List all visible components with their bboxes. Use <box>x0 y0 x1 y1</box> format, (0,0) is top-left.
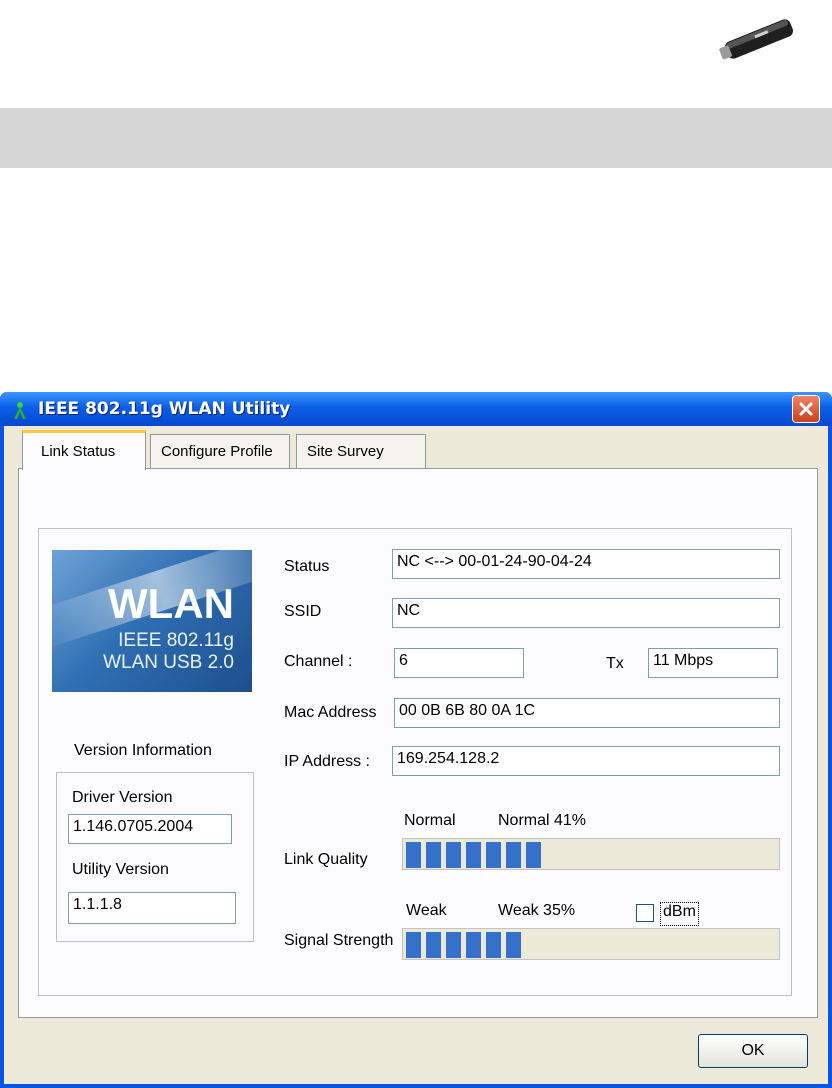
status-label: Status <box>284 558 330 575</box>
version-info-heading: Version Information <box>74 742 212 759</box>
signal-strength-text: Weak 35% <box>498 902 576 919</box>
header-band <box>0 108 832 168</box>
signal-strength-segment <box>506 932 521 958</box>
link-quality-segment <box>406 842 421 868</box>
signal-strength-segment <box>466 932 481 958</box>
link-quality-segment <box>466 842 481 868</box>
ssid-field: NC <box>392 598 780 628</box>
mac-address-field: 00 0B 6B 80 0A 1C <box>394 698 780 728</box>
ip-address-label: IP Address : <box>284 753 370 770</box>
signal-strength-segment <box>486 932 501 958</box>
link-quality-segment <box>446 842 461 868</box>
signal-strength-bar <box>402 928 780 960</box>
utility-version-label: Utility Version <box>72 861 169 878</box>
link-quality-segment <box>526 842 541 868</box>
logo-usb-text: WLAN USB 2.0 <box>103 652 234 673</box>
logo-standard-text: IEEE 802.11g <box>118 630 234 651</box>
link-quality-label: Link Quality <box>284 851 368 868</box>
link-quality-text: Normal 41% <box>498 812 587 829</box>
tab-configure-profile[interactable]: Configure Profile <box>150 434 290 468</box>
signal-strength-segment <box>446 932 461 958</box>
channel-label: Channel : <box>284 653 353 670</box>
tab-link-status[interactable]: Link Status <box>22 430 146 470</box>
signal-strength-segment <box>406 932 421 958</box>
tx-rate-label: Tx <box>606 655 624 672</box>
signal-strength-segment <box>426 932 441 958</box>
dbm-label[interactable]: dBm <box>660 902 699 926</box>
wlan-logo: WLAN IEEE 802.11g WLAN USB 2.0 <box>52 550 252 692</box>
ok-button[interactable]: OK <box>698 1034 808 1068</box>
tx-rate-field: 11 Mbps <box>648 648 778 678</box>
link-quality-segment <box>426 842 441 868</box>
link-quality-level: Normal <box>404 812 456 829</box>
mac-address-label: Mac Address <box>284 704 377 721</box>
channel-field: 6 <box>394 648 524 678</box>
usb-adapter-icon <box>718 14 800 64</box>
ip-address-field: 169.254.128.2 <box>392 746 780 776</box>
driver-version-label: Driver Version <box>72 789 173 806</box>
ssid-label: SSID <box>284 603 322 620</box>
link-quality-bar <box>402 838 780 870</box>
status-field: NC <--> 00-01-24-90-04-24 <box>392 549 780 579</box>
tab-site-survey[interactable]: Site Survey <box>296 434 426 468</box>
link-quality-segment <box>506 842 521 868</box>
driver-version-field: 1.146.0705.2004 <box>68 814 232 844</box>
dbm-checkbox[interactable] <box>636 904 654 922</box>
utility-version-field: 1.1.1.8 <box>68 892 236 924</box>
link-quality-segment <box>486 842 501 868</box>
logo-wlan-text: WLAN <box>108 580 234 627</box>
signal-strength-level: Weak <box>406 902 447 919</box>
signal-strength-label: Signal Strength <box>284 932 394 949</box>
